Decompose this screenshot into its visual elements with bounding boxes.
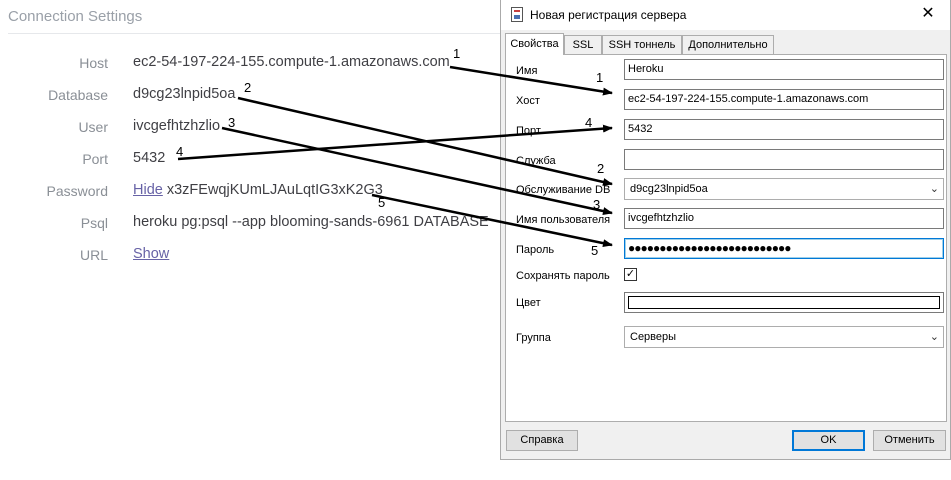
username-field[interactable]: ivcgefhtzhzlio <box>624 208 944 229</box>
annotation-number-2: 2 <box>244 80 252 95</box>
hide-password-link[interactable]: Hide <box>133 182 163 198</box>
host-value: ec2-54-197-224-155.compute-1.amazonaws.c… <box>133 54 450 70</box>
maintenance-db-label: Обслуживание DB <box>516 184 611 196</box>
port-field[interactable]: 5432 <box>624 119 944 140</box>
host-label: Host <box>79 55 108 71</box>
tab-advanced[interactable]: Дополнительно <box>682 35 774 54</box>
group-label: Группа <box>516 332 551 344</box>
color-picker[interactable] <box>624 292 944 313</box>
annotation-number-5: 5 <box>591 243 599 258</box>
database-value: d9cg23lnpid5oa <box>133 86 236 102</box>
tab-ssh-tunnel[interactable]: SSH тоннель <box>602 35 682 54</box>
user-value: ivcgefhtzhzlio <box>133 118 221 134</box>
host-field-label: Хост <box>516 95 540 107</box>
annotation-number-3: 3 <box>593 197 601 212</box>
url-row: Show <box>133 246 169 262</box>
group-select[interactable]: Серверы ⌄ <box>624 326 944 348</box>
new-server-dialog: Новая регистрация сервера ✕ Свойства SSL… <box>500 0 951 460</box>
password-field[interactable]: ●●●●●●●●●●●●●●●●●●●●●●●●●● <box>624 238 944 259</box>
port-label: Port <box>82 151 108 167</box>
annotation-number-4: 4 <box>585 115 593 130</box>
close-icon[interactable]: ✕ <box>913 3 943 25</box>
maintenance-db-value: d9cg23lnpid5oa <box>630 183 708 195</box>
tab-ssl[interactable]: SSL <box>564 35 602 54</box>
psql-label: Psql <box>80 215 108 231</box>
psql-value: heroku pg:psql --app blooming-sands-6961… <box>133 214 489 230</box>
cancel-button[interactable]: Отменить <box>873 430 946 451</box>
url-label: URL <box>79 247 108 263</box>
help-button[interactable]: Справка <box>506 430 578 451</box>
user-label: User <box>78 119 108 135</box>
password-label: Password <box>46 183 108 199</box>
connection-settings-title: Connection Settings <box>8 8 143 25</box>
name-label: Имя <box>516 65 538 77</box>
color-swatch <box>628 296 940 309</box>
service-field[interactable] <box>624 149 944 170</box>
annotation-number-3: 3 <box>228 115 236 130</box>
dialog-title: Новая регистрация сервера <box>530 8 687 22</box>
color-label: Цвет <box>516 297 541 309</box>
password-field-label: Пароль <box>516 244 555 256</box>
database-label: Database <box>48 87 108 103</box>
annotation-number-4: 4 <box>176 144 184 159</box>
password-row: Hide x3zFEwqjKUmLJAuLqtIG3xK2G3 <box>133 182 383 198</box>
group-value: Серверы <box>630 331 677 343</box>
title-divider <box>8 33 500 34</box>
pgadmin-app-icon <box>511 7 523 22</box>
save-password-checkbox[interactable]: ✓ <box>624 268 637 281</box>
save-password-label: Сохранять пароль <box>516 270 610 282</box>
service-label: Служба <box>516 155 556 167</box>
annotation-number-1: 1 <box>453 46 461 61</box>
port-value: 5432 <box>133 150 166 166</box>
password-value: x3zFEwqjKUmLJAuLqtIG3xK2G3 <box>166 182 383 198</box>
annotation-number-1: 1 <box>596 70 604 85</box>
dialog-titlebar[interactable]: Новая регистрация сервера ✕ <box>501 0 950 30</box>
show-url-link[interactable]: Show <box>133 246 169 262</box>
chevron-down-icon: ⌄ <box>929 331 939 343</box>
chevron-down-icon: ⌄ <box>929 183 939 195</box>
port-field-label: Порт <box>516 125 541 137</box>
annotation-number-5: 5 <box>378 195 386 210</box>
host-field[interactable]: ec2-54-197-224-155.compute-1.amazonaws.c… <box>624 89 944 110</box>
annotation-number-2: 2 <box>597 161 605 176</box>
connection-settings-panel: Connection Settings Host ec2-54-197-224-… <box>0 0 500 480</box>
name-field[interactable]: Heroku <box>624 59 944 80</box>
properties-tab-page: Имя Heroku Хост ec2-54-197-224-155.compu… <box>505 54 947 422</box>
maintenance-db-select[interactable]: d9cg23lnpid5oa ⌄ <box>624 178 944 200</box>
tab-properties[interactable]: Свойства <box>505 33 564 55</box>
ok-button[interactable]: OK <box>792 430 865 451</box>
username-label: Имя пользователя <box>516 214 611 226</box>
